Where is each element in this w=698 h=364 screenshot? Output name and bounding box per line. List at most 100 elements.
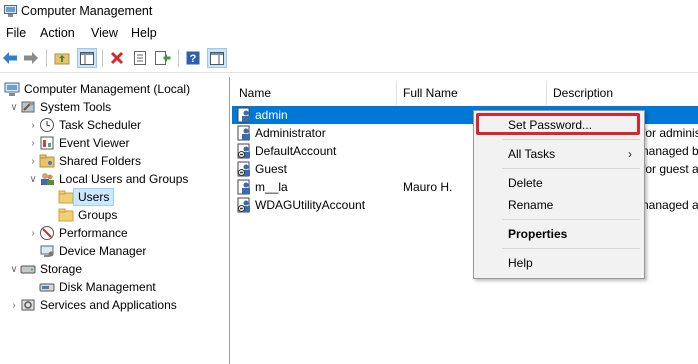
user-description: for guest a <box>642 162 698 176</box>
user-icon <box>237 179 250 195</box>
tree-label: Performance <box>59 226 128 240</box>
tree-label: Services and Applications <box>40 298 177 312</box>
user-name: m__la <box>255 180 288 194</box>
column-header-name[interactable]: Name <box>232 81 397 105</box>
tree-item-disk-management[interactable]: Disk Management <box>39 278 156 296</box>
export-list-icon[interactable] <box>153 48 173 68</box>
performance-icon <box>39 225 55 241</box>
tree-label: Task Scheduler <box>59 118 142 132</box>
device-manager-icon <box>39 243 55 259</box>
tree-item-users[interactable]: Users <box>58 188 115 206</box>
svg-text:?: ? <box>190 53 197 65</box>
chevron-right-icon[interactable]: › <box>27 138 39 149</box>
chevron-down-icon[interactable]: ∨ <box>8 264 20 275</box>
menu-item-rename[interactable]: Rename <box>508 198 553 212</box>
menu-separator <box>502 139 640 140</box>
tree-label: Groups <box>78 208 118 222</box>
clock-icon <box>39 117 55 133</box>
forward-arrow-icon[interactable] <box>21 48 41 68</box>
tree-label: Storage <box>40 262 83 276</box>
tree-label: Disk Management <box>59 280 156 294</box>
column-header-description[interactable]: Description <box>547 81 698 105</box>
user-name: Administrator <box>255 126 326 140</box>
chevron-right-icon: › <box>628 147 632 161</box>
disabled-user-icon <box>237 161 250 177</box>
system-tools-icon <box>20 99 36 115</box>
tree-item-local-users-and-groups[interactable]: ∨ Local Users and Groups <box>27 170 188 188</box>
context-menu: Set Password... All Tasks › Delete Renam… <box>473 110 645 279</box>
user-icon <box>237 107 250 123</box>
user-name: Guest <box>255 162 288 176</box>
tree-item-services-and-applications[interactable]: › Services and Applications <box>8 296 177 314</box>
menu-separator <box>502 168 640 169</box>
menu-bar: File Action View Help <box>0 24 698 44</box>
tree-item-system-tools[interactable]: ∨ System Tools <box>8 98 111 116</box>
chevron-right-icon[interactable]: › <box>27 120 39 131</box>
event-viewer-icon <box>39 135 55 151</box>
tree-label: Users <box>72 188 115 206</box>
chevron-down-icon[interactable]: ∨ <box>8 102 20 113</box>
help-icon[interactable]: ? <box>183 48 203 68</box>
tree-label: System Tools <box>40 100 112 114</box>
user-description: nanaged ar <box>642 198 698 212</box>
tree-item-shared-folders[interactable]: › Shared Folders <box>27 152 141 170</box>
user-name: admin <box>255 108 288 122</box>
chevron-right-icon[interactable]: › <box>27 228 39 239</box>
tree-label: Event Viewer <box>59 136 130 150</box>
user-description: nanaged by <box>642 144 698 158</box>
menu-separator <box>502 219 640 220</box>
folder-icon <box>58 189 74 205</box>
tree-item-task-scheduler[interactable]: › Task Scheduler <box>27 116 141 134</box>
column-header-full-name[interactable]: Full Name <box>397 81 547 105</box>
delete-icon[interactable] <box>107 48 127 68</box>
console-tree: Computer Management (Local) ∨ System Too… <box>0 77 230 364</box>
back-arrow-icon[interactable] <box>0 48 20 68</box>
disabled-user-icon <box>237 143 250 159</box>
menu-help[interactable]: Help <box>131 26 157 40</box>
chevron-right-icon[interactable]: › <box>27 156 39 167</box>
menu-file[interactable]: File <box>6 26 26 40</box>
menu-item-all-tasks[interactable]: All Tasks <box>508 147 555 161</box>
user-name: DefaultAccount <box>255 144 337 158</box>
user-icon <box>237 125 250 141</box>
tree-label: Device Manager <box>59 244 147 258</box>
toolbar-separator <box>102 49 103 67</box>
tree-item-event-viewer[interactable]: › Event Viewer <box>27 134 129 152</box>
column-label: Name <box>239 86 272 100</box>
menu-item-help[interactable]: Help <box>508 256 533 270</box>
chevron-right-icon[interactable]: › <box>8 300 20 311</box>
tree-item-computer-management[interactable]: Computer Management (Local) <box>4 80 190 98</box>
tree-item-groups[interactable]: Groups <box>58 206 117 224</box>
local-users-icon <box>39 171 55 187</box>
properties-icon[interactable] <box>130 48 150 68</box>
menu-action[interactable]: Action <box>40 26 75 40</box>
computer-management-icon <box>4 5 17 17</box>
disabled-user-icon <box>237 197 250 213</box>
menu-view[interactable]: View <box>91 26 118 40</box>
column-label: Description <box>553 86 614 100</box>
folder-icon <box>58 207 74 223</box>
disk-management-icon <box>39 279 55 295</box>
menu-item-delete[interactable]: Delete <box>508 176 543 190</box>
title-bar: Computer Management <box>0 0 698 24</box>
show-hide-tree-icon[interactable] <box>77 48 97 68</box>
up-folder-icon[interactable] <box>52 48 72 68</box>
tree-label: Shared Folders <box>59 154 142 168</box>
menu-item-properties[interactable]: Properties <box>508 227 567 241</box>
shared-folder-icon <box>39 153 55 169</box>
toolbar: ? <box>0 44 698 73</box>
chevron-down-icon[interactable]: ∨ <box>27 174 39 185</box>
menu-separator <box>502 248 640 249</box>
toolbar-separator <box>178 49 179 67</box>
services-icon <box>20 297 36 313</box>
tree-item-storage[interactable]: ∨ Storage <box>8 260 82 278</box>
user-full-name: Mauro H. <box>403 180 453 194</box>
column-label: Full Name <box>403 86 458 100</box>
show-hide-action-pane-icon[interactable] <box>207 48 227 68</box>
menu-item-set-password[interactable]: Set Password... <box>508 118 592 132</box>
tree-label: Local Users and Groups <box>59 172 189 186</box>
tree-item-device-manager[interactable]: Device Manager <box>39 242 146 260</box>
tree-item-performance[interactable]: › Performance <box>27 224 128 242</box>
user-name: WDAGUtilityAccount <box>255 198 366 212</box>
tree-label: Computer Management (Local) <box>24 82 191 96</box>
